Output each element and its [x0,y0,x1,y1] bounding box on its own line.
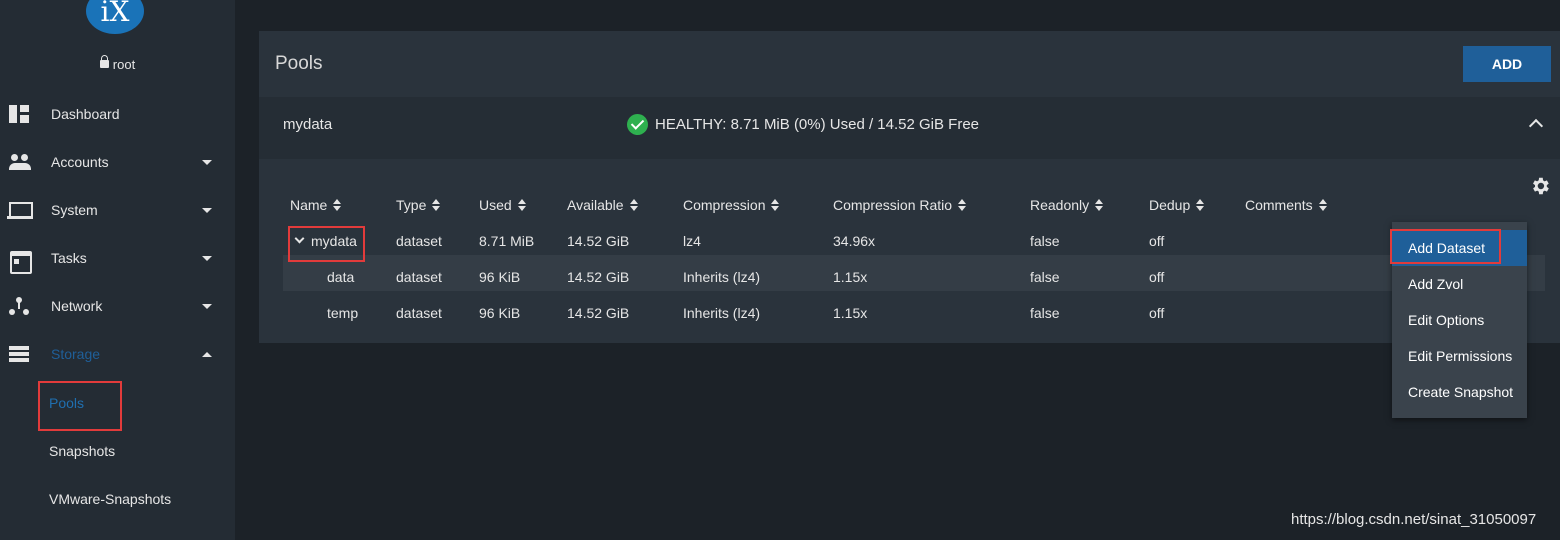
pool-status: HEALTHY: 8.71 MiB (0%) Used / 14.52 GiB … [655,116,980,133]
col-header-type[interactable]: Type [396,197,441,213]
nav-system-label: System [51,202,98,218]
table-cell-compression: Inherits (lz4) [683,305,761,321]
lock-icon [99,55,109,68]
storage-icon [9,345,29,363]
col-header-compression-ratio[interactable]: Compression Ratio [833,197,967,213]
nav-tasks[interactable]: Tasks [0,234,235,282]
menu-item-edit-permissions[interactable]: Edit Permissions [1392,338,1527,374]
col-header-used[interactable]: Used [479,197,526,213]
col-header-available[interactable]: Available [567,197,638,213]
table-cell-available: 14.52 GiB [567,305,630,321]
accounts-icon [9,153,31,171]
add-button[interactable]: ADD [1463,46,1551,82]
menu-item-edit-options[interactable]: Edit Options [1392,302,1527,338]
user-info: root [0,55,235,72]
nav-storage[interactable]: Storage [0,330,235,378]
gear-icon[interactable] [1529,175,1551,197]
network-icon [9,297,29,315]
nav-system[interactable]: System [0,186,235,234]
table-cell-dedup: off [1149,233,1165,249]
nav-accounts-label: Accounts [51,154,109,170]
sort-icon [1095,199,1104,211]
chevron-down-icon [202,207,212,213]
table-cell-ratio: 1.15x [833,269,868,285]
pools-panel: Pools ADD mydata HEALTHY: 8.71 MiB (0%) … [259,31,1560,343]
table-cell-used: 96 KiB [479,305,521,321]
table-cell-ratio: 1.15x [833,305,868,321]
table-cell-dedup: off [1149,305,1165,321]
dashboard-icon [9,105,29,123]
table-cell-used: 96 KiB [479,269,521,285]
sidebar-item-snapshots[interactable]: Snapshots [49,443,115,459]
nav-storage-label: Storage [51,346,101,362]
nav-accounts[interactable]: Accounts [0,138,235,186]
pool-name: mydata [283,116,333,133]
table-cell-available: 14.52 GiB [567,269,630,285]
highlight-box-mydata [288,226,365,262]
sort-icon [333,199,342,211]
pool-header[interactable]: mydata HEALTHY: 8.71 MiB (0%) Used / 14.… [259,97,1560,159]
menu-item-create-snapshot[interactable]: Create Snapshot [1392,374,1527,410]
table-cell-available: 14.52 GiB [567,233,630,249]
nav-dashboard-label: Dashboard [51,106,120,122]
table-cell-ratio: 34.96x [833,233,876,249]
page-title: Pools [275,53,323,74]
table-cell-readonly: false [1030,233,1060,249]
highlight-box-add-dataset [1390,229,1501,264]
ix-logo[interactable]: iX [86,0,144,34]
username: root [112,57,136,72]
chevron-down-icon [202,303,212,309]
table-cell-name[interactable]: data [327,269,354,285]
sort-icon [1318,199,1327,211]
table-cell-compression: lz4 [683,233,701,249]
watermark-text: https://blog.csdn.net/sinat_31050097 [1291,511,1537,528]
chevron-down-icon [202,255,212,261]
sort-icon [1196,199,1205,211]
table-cell-dedup: off [1149,269,1165,285]
sort-icon [771,199,780,211]
calendar-icon [9,249,32,274]
col-header-name[interactable]: Name [290,197,342,213]
sort-icon [629,199,638,211]
chevron-down-icon [202,159,212,165]
table-row-highlight [283,255,1545,291]
chevron-up-icon [202,351,212,357]
table-cell-type: dataset [396,233,442,249]
sort-icon [958,199,967,211]
nav-network-label: Network [51,298,103,314]
check-circle-icon [627,114,648,135]
table-cell-used: 8.71 MiB [479,233,535,249]
chevron-up-icon[interactable] [1528,118,1544,134]
table-cell-type: dataset [396,269,442,285]
sidebar-item-vmware-snapshots[interactable]: VMware-Snapshots [49,491,171,507]
col-header-compression[interactable]: Compression [683,197,780,213]
sort-icon [432,199,441,211]
col-header-readonly[interactable]: Readonly [1030,197,1104,213]
laptop-icon [7,201,33,219]
table-cell-name[interactable]: temp [327,305,358,321]
table-cell-compression: Inherits (lz4) [683,269,761,285]
sidebar: iX root Dashboard Accounts System Tasks … [0,0,235,540]
col-header-dedup[interactable]: Dedup [1149,197,1205,213]
sort-icon [517,199,526,211]
menu-item-add-zvol[interactable]: Add Zvol [1392,266,1527,302]
table-cell-type: dataset [396,305,442,321]
nav-network[interactable]: Network [0,282,235,330]
highlight-box-pools [38,381,122,431]
table-cell-readonly: false [1030,269,1060,285]
col-header-comments[interactable]: Comments [1245,197,1327,213]
table-cell-readonly: false [1030,305,1060,321]
nav-tasks-label: Tasks [51,250,87,266]
nav-dashboard[interactable]: Dashboard [0,90,235,138]
